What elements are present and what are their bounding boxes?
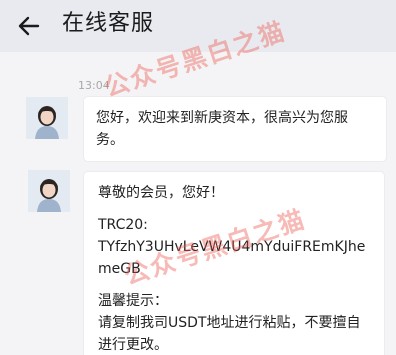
header-bar: 在线客服 xyxy=(0,0,396,52)
network-label: TRC20: xyxy=(98,217,148,233)
page-title: 在线客服 xyxy=(62,11,155,36)
greeting-text: 尊敬的会员，您好！ xyxy=(98,185,224,201)
message-timestamp: 13:04 xyxy=(78,79,110,92)
message-bubble-welcome: 您好，欢迎来到新庚资本，很高兴为您服务。 xyxy=(84,97,386,161)
message-bubble-address: 尊敬的会员，您好！ TRC20: TYfzhY3UHvLeVW4U4mYduiF… xyxy=(84,172,384,355)
agent-avatar[interactable] xyxy=(26,97,68,139)
arrow-left-icon[interactable] xyxy=(16,13,42,39)
message-text: 您好，欢迎来到新庚资本，很高兴为您服务。 xyxy=(96,110,348,148)
wallet-address[interactable]: TYfzhY3UHvLeVW4U4mYduiFREmKJhemeGB xyxy=(98,236,370,280)
agent-avatar[interactable] xyxy=(28,170,70,212)
tip-label: 温馨提示： xyxy=(98,293,168,309)
tip-text: 请复制我司USDT地址进行粘贴，不要擅自进行更改。 xyxy=(98,315,361,353)
